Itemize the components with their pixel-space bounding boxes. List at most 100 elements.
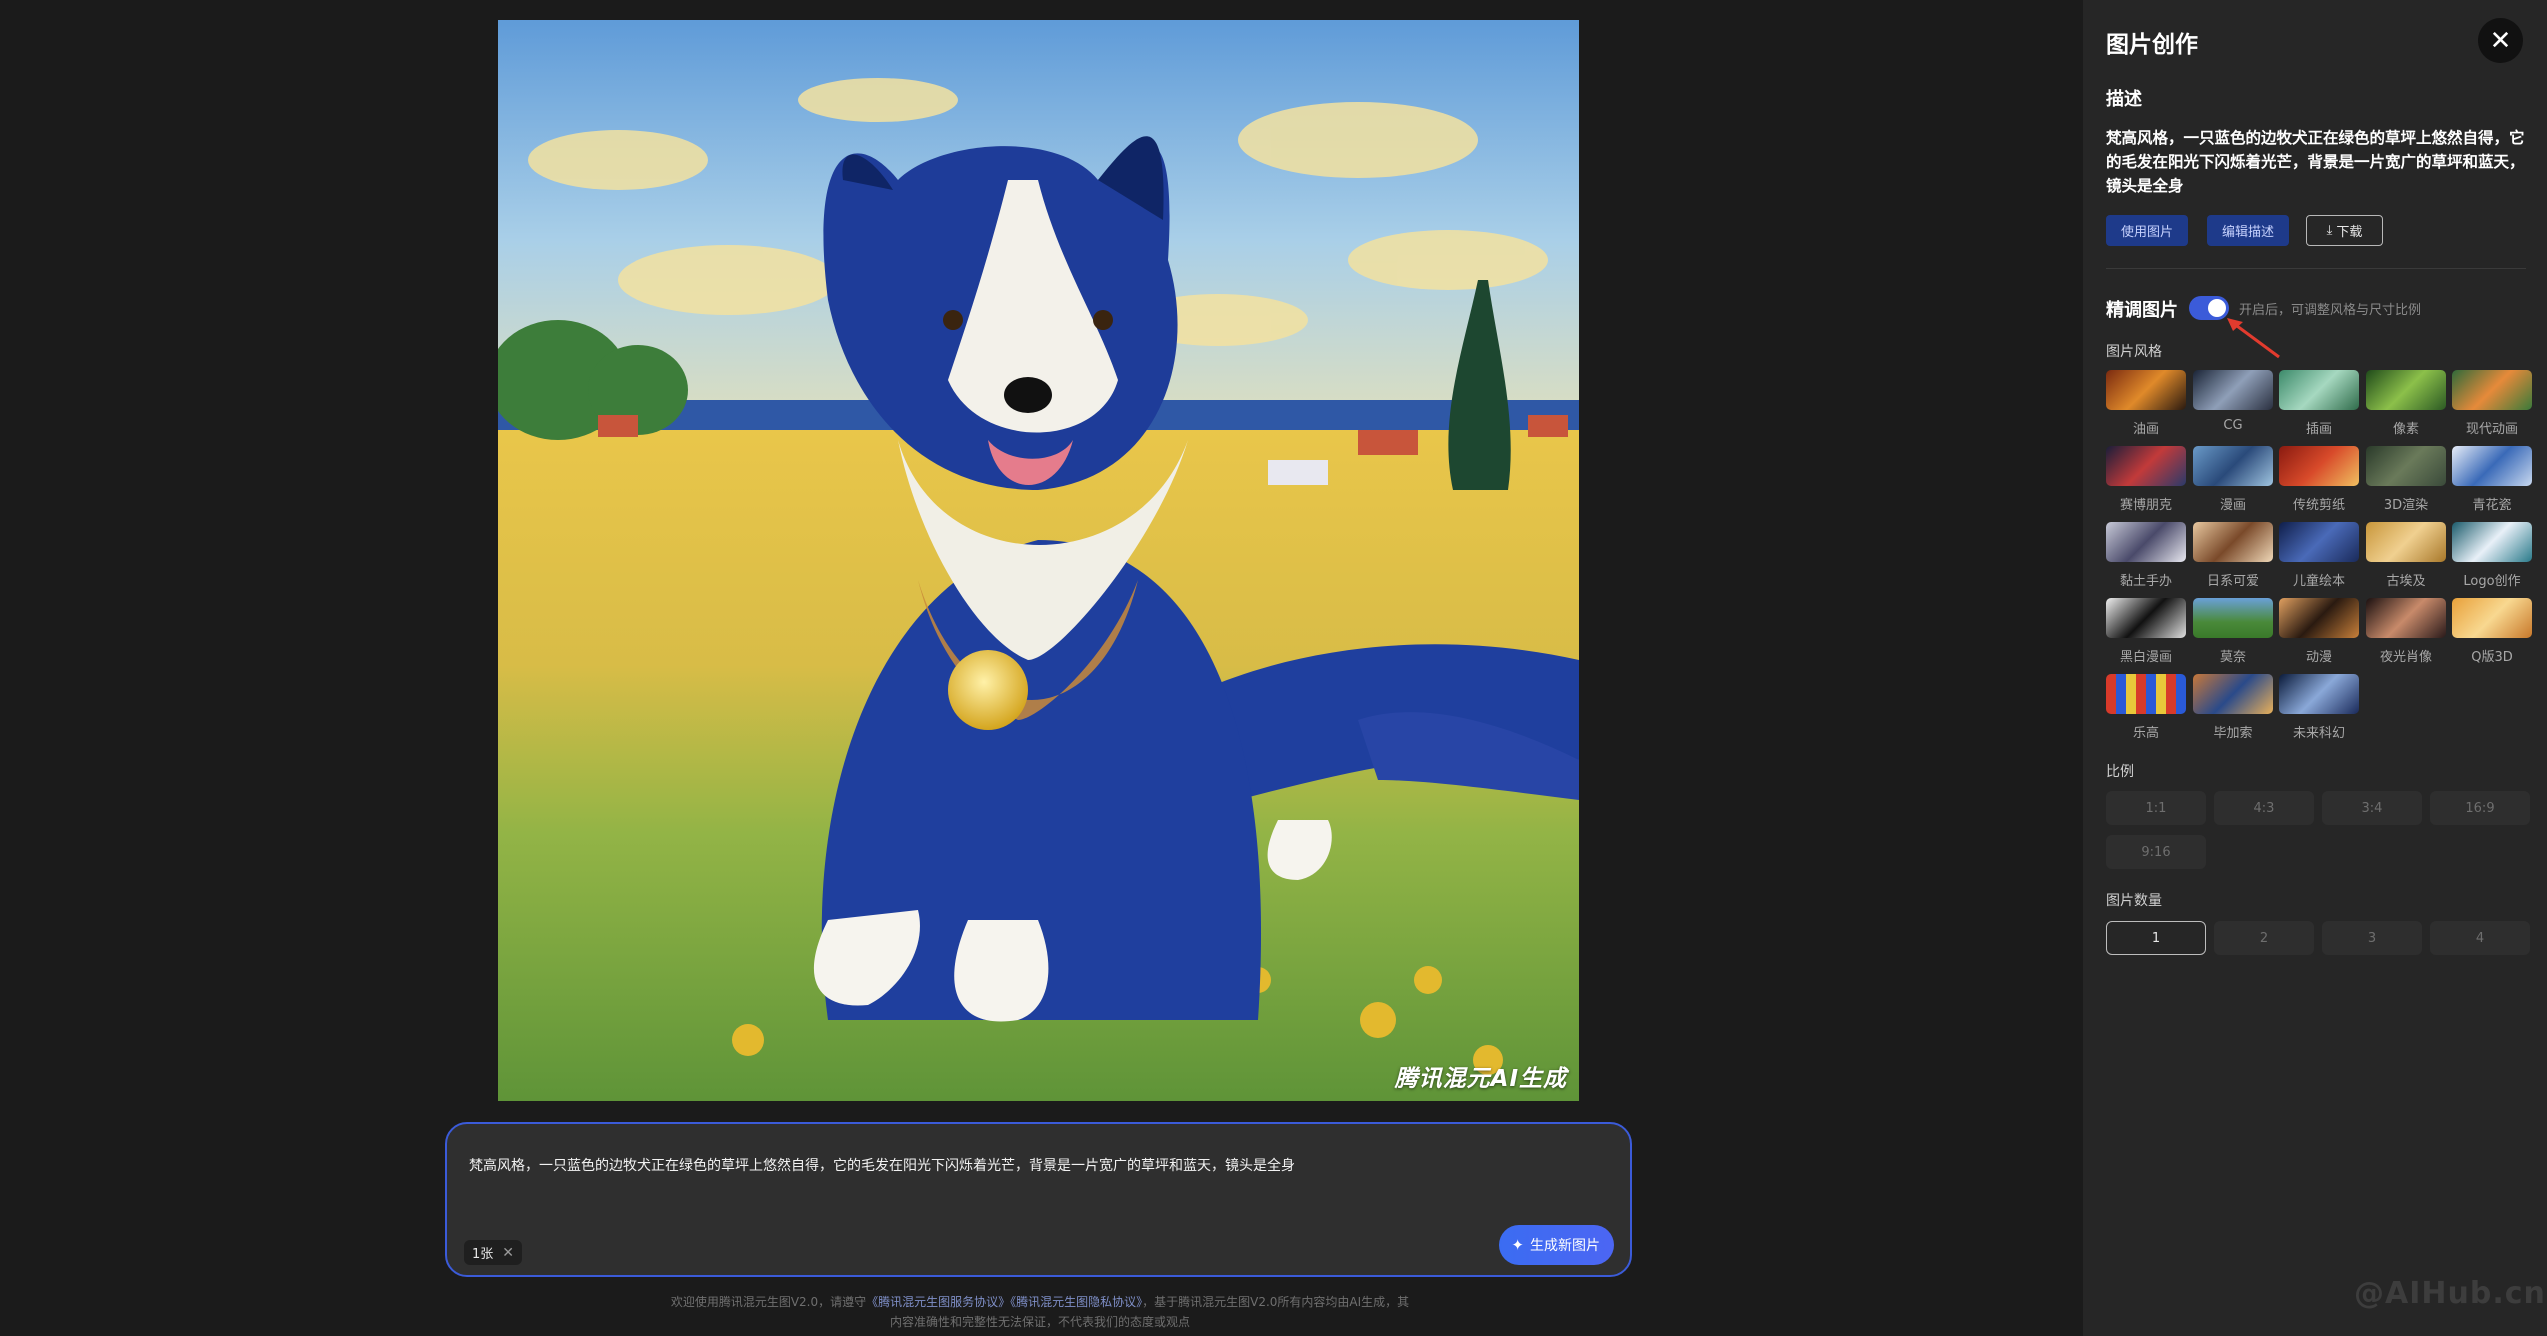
style-item-cg[interactable]: CG	[2193, 370, 2273, 433]
style-thumb-anime	[2279, 598, 2359, 638]
style-item-3d-render[interactable]: 3D渲染	[2366, 446, 2446, 513]
style-name: 传统剪纸	[2292, 498, 2345, 513]
count-option-2[interactable]: 2	[2214, 921, 2314, 955]
service-agreement-link[interactable]: 《腾讯混元生图服务协议》	[866, 1295, 1010, 1309]
ratio-option-3-4[interactable]: 3:4	[2322, 791, 2422, 825]
ratio-option-1-1[interactable]: 1:1	[2106, 791, 2206, 825]
style-thumb-clay	[2106, 522, 2186, 562]
style-thumb-pixel	[2366, 370, 2446, 410]
style-thumb-cg	[2193, 370, 2273, 410]
style-thumb-modern-anime	[2452, 370, 2532, 410]
count-option-3[interactable]: 3	[2322, 921, 2422, 955]
description-text: 梵高风格，一只蓝色的边牧犬正在绿色的草坪上悠然自得，它的毛发在阳光下闪烁着光芒，…	[2106, 129, 2525, 195]
ai-watermark: 腾讯混元AI生成	[1394, 1066, 1567, 1092]
style-thumb-3d-render	[2366, 446, 2446, 486]
style-item-picture-book[interactable]: 儿童绘本	[2279, 522, 2359, 589]
style-name: 莫奈	[2219, 650, 2246, 665]
use-image-button[interactable]: 使用图片	[2106, 215, 2189, 246]
style-thumb-night-portrait	[2366, 598, 2446, 638]
style-item-logo[interactable]: Logo创作	[2452, 522, 2532, 589]
download-label: 下载	[2336, 225, 2363, 240]
generate-button-label: 生成新图片	[1530, 1238, 1600, 1254]
edit-description-button[interactable]: 编辑描述	[2207, 215, 2290, 246]
count-chip-label: 1张	[472, 1247, 494, 1262]
style-thumb-lego	[2106, 674, 2186, 714]
style-name: 古埃及	[2386, 574, 2426, 589]
style-item-blue-white-porcelain[interactable]: 青花瓷	[2452, 446, 2532, 513]
count-label: 图片数量	[2106, 893, 2162, 909]
style-name: 漫画	[2219, 498, 2246, 513]
style-name: 像素	[2392, 422, 2419, 437]
style-thumb-cyberpunk	[2106, 446, 2186, 486]
style-item-oil[interactable]: 油画	[2106, 370, 2186, 437]
divider	[2106, 268, 2526, 269]
style-name: Logo创作	[2463, 574, 2521, 589]
style-item-anime[interactable]: 动漫	[2279, 598, 2359, 665]
style-thumb-oil	[2106, 370, 2186, 410]
style-name: 乐高	[2132, 726, 2159, 741]
generated-image[interactable]: 腾讯混元AI生成	[498, 20, 1579, 1101]
style-item-sci-fi[interactable]: 未来科幻	[2279, 674, 2359, 741]
style-name: 黏土手办	[2119, 574, 2172, 589]
style-thumb-q-3d	[2452, 598, 2532, 638]
style-name: 插画	[2305, 422, 2332, 437]
dog-painting	[498, 20, 1579, 1101]
style-thumb-bw-comic	[2106, 598, 2186, 638]
style-thumb-egypt	[2366, 522, 2446, 562]
count-option-1[interactable]: 1	[2106, 921, 2206, 955]
ratio-option-4-3[interactable]: 4:3	[2214, 791, 2314, 825]
style-item-comic[interactable]: 漫画	[2193, 446, 2273, 513]
style-item-q-3d[interactable]: Q版3D	[2452, 598, 2532, 665]
style-item-monet[interactable]: 莫奈	[2193, 598, 2273, 665]
count-option-4[interactable]: 4	[2430, 921, 2530, 955]
red-arrow-annotation	[2227, 318, 2280, 359]
style-name: 未来科幻	[2292, 726, 2345, 741]
refine-title: 精调图片	[2106, 300, 2178, 321]
style-thumb-illustration	[2279, 370, 2359, 410]
description-title: 描述	[2106, 89, 2142, 110]
style-item-bw-comic[interactable]: 黑白漫画	[2106, 598, 2186, 665]
ratio-option-9-16[interactable]: 9:16	[2106, 835, 2206, 869]
style-name: 动漫	[2305, 650, 2332, 665]
style-thumb-porcelain	[2452, 446, 2532, 486]
style-item-paper-cut[interactable]: 传统剪纸	[2279, 446, 2359, 513]
style-thumb-paper-cut	[2279, 446, 2359, 486]
style-item-clay-figure[interactable]: 黏土手办	[2106, 522, 2186, 589]
style-name: Q版3D	[2471, 650, 2513, 665]
style-item-lego[interactable]: 乐高	[2106, 674, 2186, 741]
sparkle-icon: ✦	[1511, 1236, 1524, 1254]
style-item-cyberpunk[interactable]: 赛博朋克	[2106, 446, 2186, 513]
ratio-label: 比例	[2106, 764, 2134, 780]
style-thumb-comic	[2193, 446, 2273, 486]
prompt-input-box[interactable]: 梵高风格，一只蓝色的边牧犬正在绿色的草坪上悠然自得，它的毛发在阳光下闪烁着光芒，…	[445, 1122, 1632, 1277]
style-item-night-portrait[interactable]: 夜光肖像	[2366, 598, 2446, 665]
style-name: 毕加索	[2213, 726, 2253, 741]
style-item-pixel[interactable]: 像素	[2366, 370, 2446, 437]
style-name: 赛博朋克	[2119, 498, 2172, 513]
site-watermark: @AIHub.cn	[2354, 1276, 2546, 1311]
footer-disclaimer: 欢迎使用腾讯混元生图V2.0，请遵守《腾讯混元生图服务协议》《腾讯混元生图隐私协…	[640, 1292, 1440, 1332]
style-thumb-picture-book	[2279, 522, 2359, 562]
style-name: 黑白漫画	[2119, 650, 2172, 665]
main-area: 腾讯混元AI生成 梵高风格，一只蓝色的边牧犬正在绿色的草坪上悠然自得，它的毛发在…	[0, 0, 2083, 1336]
style-item-ancient-egypt[interactable]: 古埃及	[2366, 522, 2446, 589]
style-thumb-japanese	[2193, 522, 2273, 562]
style-thumb-picasso	[2193, 674, 2273, 714]
prompt-text[interactable]: 梵高风格，一只蓝色的边牧犬正在绿色的草坪上悠然自得，它的毛发在阳光下闪烁着光芒，…	[469, 1156, 1569, 1176]
style-name: 日系可爱	[2206, 574, 2259, 589]
style-thumb-monet	[2193, 598, 2273, 638]
style-name: 青花瓷	[2472, 498, 2512, 513]
footer-text-pre: 欢迎使用腾讯混元生图V2.0，请遵守	[670, 1295, 867, 1309]
style-item-japanese-cute[interactable]: 日系可爱	[2193, 522, 2273, 589]
close-icon[interactable]: ✕	[502, 1245, 514, 1261]
privacy-agreement-link[interactable]: 《腾讯混元生图隐私协议》	[1010, 1295, 1142, 1309]
style-item-modern-anime[interactable]: 现代动画	[2452, 370, 2532, 437]
image-count-chip[interactable]: 1张 ✕	[464, 1240, 523, 1265]
style-item-picasso[interactable]: 毕加索	[2193, 674, 2273, 741]
style-item-illustration[interactable]: 插画	[2279, 370, 2359, 437]
close-panel-button[interactable]: ✕	[2478, 18, 2523, 63]
download-button[interactable]: ⤓ 下载	[2306, 215, 2383, 246]
ratio-option-16-9[interactable]: 16:9	[2430, 791, 2530, 825]
style-name: 夜光肖像	[2379, 650, 2432, 665]
generate-button[interactable]: ✦ 生成新图片	[1499, 1225, 1614, 1265]
